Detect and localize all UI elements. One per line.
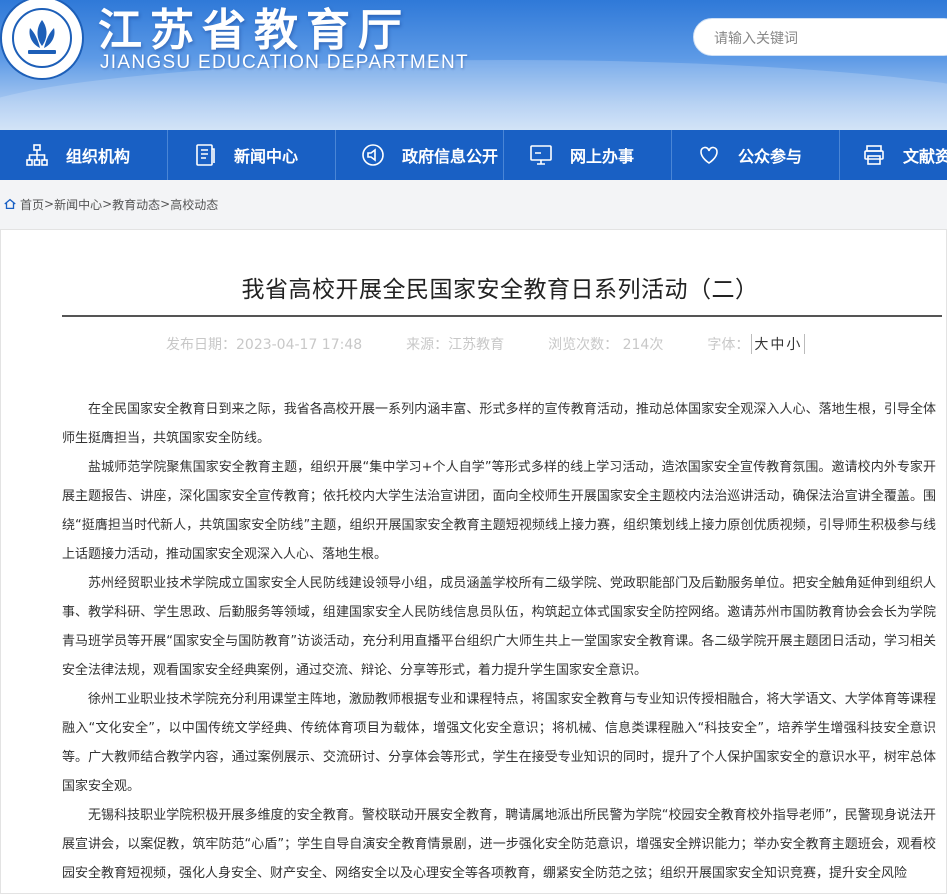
title-divider xyxy=(62,315,942,317)
nav-label: 网上办事 xyxy=(570,147,635,166)
emblem-logo-icon[interactable] xyxy=(0,0,84,80)
org-chart-icon xyxy=(26,144,48,166)
font-size-large[interactable]: 大 xyxy=(754,337,770,353)
nav-label: 政府信息公开 xyxy=(402,147,499,166)
breadcrumb-news[interactable]: 新闻中心 xyxy=(54,196,102,213)
font-size-medium[interactable]: 中 xyxy=(770,337,786,353)
nav-item-gov-info[interactable]: 政府信息公开 xyxy=(336,130,504,180)
nav-label: 组织机构 xyxy=(66,147,131,166)
speaker-icon xyxy=(362,144,384,166)
breadcrumb: 首页 > 新闻中心 > 教育动态 > 高校动态 xyxy=(3,195,218,213)
article-meta: 发布日期：2023-04-17 17:48 来源：江苏教育 浏览次数： 214次… xyxy=(166,334,806,354)
home-icon xyxy=(4,198,16,210)
font-size-small[interactable]: 小 xyxy=(786,337,802,353)
monitor-icon xyxy=(530,145,552,165)
breadcrumb-edu[interactable]: 教育动态 xyxy=(112,196,160,213)
article-body: 在全民国家安全教育日到来之际，我省各高校开展一系列内涵丰富、形式多样的宣传教育活… xyxy=(62,395,936,888)
heart-icon xyxy=(700,146,718,164)
nav-item-org[interactable]: 组织机构 xyxy=(0,130,168,180)
view-count: 浏览次数： 214次 xyxy=(548,337,664,353)
nav-label: 新闻中心 xyxy=(234,147,299,166)
search-input[interactable] xyxy=(712,28,936,50)
breadcrumb-home[interactable]: 首页 xyxy=(20,196,44,213)
article-title: 我省高校开展全民国家安全教育日系列活动（二） xyxy=(241,277,759,303)
paragraph: 苏州经贸职业技术学院成立国家安全人民防线建设领导小组，成员涵盖学校所有二级学院、… xyxy=(62,576,936,678)
printer-icon xyxy=(864,145,884,165)
search-box[interactable] xyxy=(693,18,947,56)
site-title: 江苏省教育厅 xyxy=(98,5,410,56)
nav-item-public[interactable]: 公众参与 xyxy=(672,130,840,180)
font-size-controls: 大中小 xyxy=(751,334,806,354)
paragraph: 徐州工业职业技术学院充分利用课堂主阵地，激励教师根据专业和课程特点，将国家安全教… xyxy=(62,692,936,794)
breadcrumb-college[interactable]: 高校动态 xyxy=(170,196,218,213)
site-subtitle: JIANGSU EDUCATION DEPARTMENT xyxy=(100,52,469,73)
nav-label: 文献资 xyxy=(903,147,947,166)
nav-item-docs[interactable]: 文献资 xyxy=(840,130,947,180)
nav-item-online-service[interactable]: 网上办事 xyxy=(504,130,672,180)
paragraph: 在全民国家安全教育日到来之际，我省各高校开展一系列内涵丰富、形式多样的宣传教育活… xyxy=(62,402,936,446)
publish-date: 发布日期：2023-04-17 17:48 xyxy=(166,337,363,353)
nav-item-news[interactable]: 新闻中心 xyxy=(168,130,336,180)
paragraph: 无锡科技职业学院积极开展多维度的安全教育。警校联动开展安全教育，聘请属地派出所民… xyxy=(62,808,936,881)
nav-label: 公众参与 xyxy=(738,147,803,166)
font-size-label: 字体： xyxy=(707,337,750,353)
article-source: 来源：江苏教育 xyxy=(406,337,505,353)
site-header: 江苏省教育厅 JIANGSU EDUCATION DEPARTMENT xyxy=(0,0,947,130)
paragraph: 盐城师范学院聚焦国家安全教育主题，组织开展“集中学习+个人自学”等形式多样的线上… xyxy=(62,460,936,562)
document-icon xyxy=(196,144,215,166)
main-nav: 组织机构 新闻中心 政府信息公开 网上办事 公众参与 文献资 xyxy=(0,130,947,180)
